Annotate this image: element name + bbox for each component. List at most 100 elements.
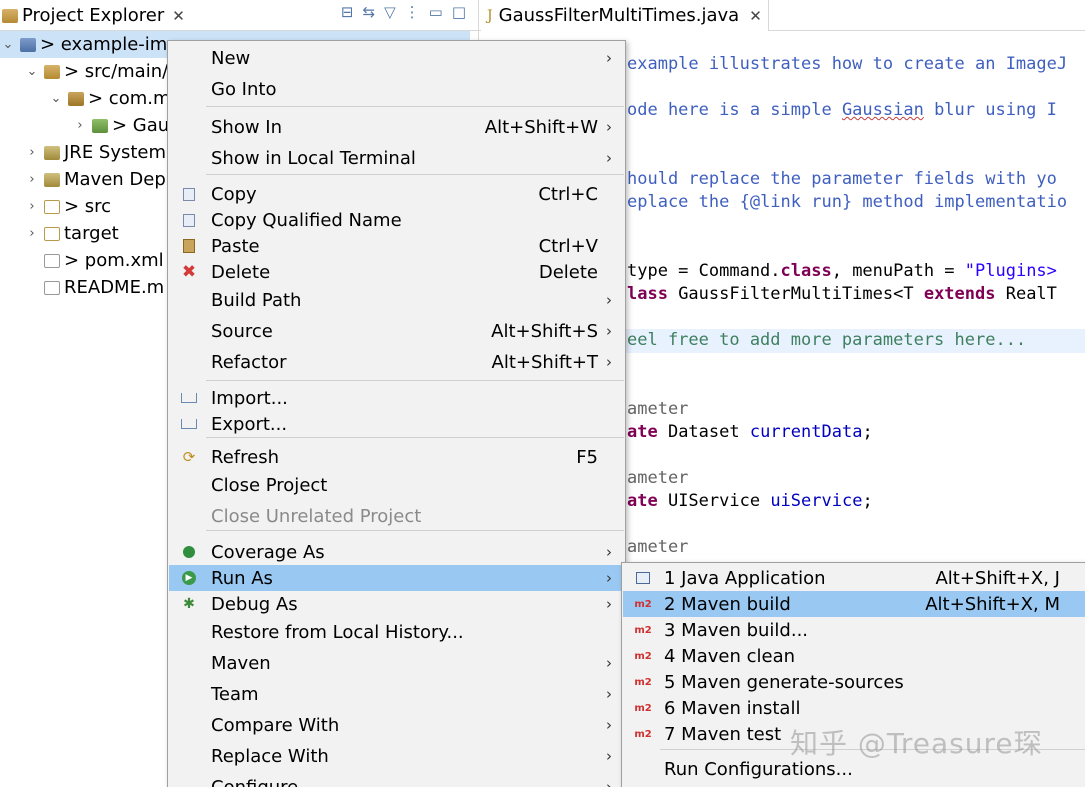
menu-item-6-maven-install[interactable]: m2 6 Maven install (623, 695, 1085, 721)
menu-item-label: 6 Maven install (664, 697, 801, 719)
menu-item-copy-qualified-name[interactable]: Copy Qualified Name (169, 207, 624, 233)
menu-item-compare-with[interactable]: Compare With › (169, 712, 624, 738)
code-line[interactable]: lass GaussFilterMultiTimes<T extends Rea… (627, 284, 1057, 304)
package-icon (68, 91, 84, 106)
expand-chevron-icon[interactable]: ⌄ (48, 91, 64, 106)
tree-item[interactable]: README.m (24, 274, 164, 301)
code-line[interactable]: eplace the {@link run} method implementa… (627, 192, 1067, 212)
tree-item[interactable]: › > Gau (72, 112, 169, 139)
code-line[interactable]: eel free to add more parameters here... (627, 330, 1026, 350)
submenu-arrow-icon: › (606, 747, 612, 765)
menu-item-label: 1 Java Application (664, 567, 826, 589)
code-line[interactable]: ameter (627, 399, 688, 419)
menu-item-3-maven-build[interactable]: m2 3 Maven build... (623, 617, 1085, 643)
refresh-icon: ⟳ (182, 448, 196, 466)
menu-item-run-as[interactable]: ▶ Run As › (169, 565, 624, 591)
close-icon[interactable]: ✕ (749, 7, 762, 25)
folder-icon (44, 199, 60, 214)
close-icon[interactable]: ✕ (172, 7, 185, 25)
tree-item[interactable]: ⌄ > com.m (48, 85, 171, 112)
coverage-icon (181, 544, 197, 560)
code-line[interactable]: ode here is a simple Gaussian blur using… (627, 100, 1057, 120)
maven-icon: m2 (634, 702, 652, 714)
code-line[interactable]: ate UIService uiService; (627, 491, 873, 511)
code-line[interactable]: ameter (627, 537, 688, 557)
collapse-chevron-icon[interactable]: › (72, 118, 88, 133)
menu-item-configure[interactable]: Configure › (169, 774, 624, 787)
filter-icon[interactable]: ▽ (384, 3, 396, 21)
menu-item-coverage-as[interactable]: Coverage As › (169, 539, 624, 565)
tree-item[interactable]: > pom.xml (24, 247, 164, 274)
project-explorer-icon (2, 8, 18, 23)
menu-item-2-maven-build[interactable]: m2 2 Maven build Alt+Shift+X, M (623, 591, 1085, 617)
tab-gauss-filter[interactable]: J GaussFilterMultiTimes.java ✕ (481, 0, 769, 31)
menu-item-label: Refresh (211, 446, 279, 468)
menu-item-build-path[interactable]: Build Path › (169, 287, 624, 313)
menu-item-1-java-application[interactable]: 1 Java Application Alt+Shift+X, J (623, 565, 1085, 591)
menu-item-refactor[interactable]: Refactor Alt+Shift+T › (169, 349, 624, 375)
collapse-all-icon[interactable]: ⊟ (341, 3, 354, 21)
menu-item-delete[interactable]: ✖ Delete Delete (169, 259, 624, 285)
menu-item-team[interactable]: Team › (169, 681, 624, 707)
menu-item-shortcut: Alt+Shift+S (491, 320, 598, 342)
menu-item-go-into[interactable]: Go Into (169, 76, 624, 102)
delete-icon: ✖ (181, 262, 197, 282)
menu-item-label: 4 Maven clean (664, 645, 796, 667)
menu-item-restore-from-local-history[interactable]: Restore from Local History... (169, 619, 624, 645)
link-with-editor-icon[interactable]: ⇆ (363, 3, 376, 21)
collapse-chevron-icon[interactable]: › (24, 145, 40, 160)
menu-item-export[interactable]: Export... (169, 411, 624, 437)
expand-chevron-icon[interactable]: ⌄ (24, 64, 40, 79)
submenu-arrow-icon: › (606, 291, 612, 309)
tree-item[interactable]: ⌄ > src/main/ (24, 58, 169, 85)
code-line[interactable]: example illustrates how to create an Ima… (627, 54, 1067, 74)
collapse-chevron-icon[interactable]: › (24, 172, 40, 187)
import-icon (181, 390, 197, 406)
expand-chevron-icon[interactable]: ⌄ (0, 37, 16, 52)
collapse-chevron-icon[interactable]: › (24, 199, 40, 214)
submenu-arrow-icon: › (606, 778, 612, 787)
menu-item-source[interactable]: Source Alt+Shift+S › (169, 318, 624, 344)
view-menu-icon[interactable]: ⋮ (405, 3, 420, 21)
menu-item-debug-as[interactable]: ✱ Debug As › (169, 591, 624, 617)
code-line[interactable]: ameter (627, 468, 688, 488)
explorer-toolbar: ⊟ ⇆ ▽ ⋮ ▭ □ (341, 3, 466, 21)
tree-item[interactable]: › > src (24, 193, 111, 220)
menu-item-label: Delete (211, 261, 271, 283)
tree-item[interactable]: › JRE System (24, 139, 166, 166)
code-line[interactable]: type = Command.class, menuPath = "Plugin… (627, 261, 1057, 281)
menu-item-label: 3 Maven build... (664, 619, 809, 641)
menu-item-replace-with[interactable]: Replace With › (169, 743, 624, 769)
menu-item-label: Configure (211, 776, 299, 787)
code-line[interactable]: ate Dataset currentData; (627, 422, 873, 442)
submenu-arrow-icon: › (606, 569, 612, 587)
menu-item-show-in[interactable]: Show In Alt+Shift+W › (169, 114, 624, 140)
menu-item-4-maven-clean[interactable]: m2 4 Maven clean (623, 643, 1085, 669)
menu-item-label: Import... (211, 387, 288, 409)
menu-item-paste[interactable]: Paste Ctrl+V (169, 233, 624, 259)
paste-icon (181, 238, 197, 254)
minimize-icon[interactable]: ▭ (429, 3, 443, 21)
menu-item-5-maven-generate-sources[interactable]: m2 5 Maven generate-sources (623, 669, 1085, 695)
menu-item-close-project[interactable]: Close Project (169, 472, 624, 498)
tab-project-explorer[interactable]: Project Explorer ✕ (0, 0, 193, 31)
submenu-arrow-icon: › (606, 49, 612, 67)
menu-item-label: Export... (211, 413, 288, 435)
menu-item-copy[interactable]: Copy Ctrl+C (169, 181, 624, 207)
menu-item-label: Replace With (211, 745, 329, 767)
tree-item[interactable]: › target (24, 220, 118, 247)
file-icon (44, 280, 60, 295)
tree-item-label: JRE System (64, 142, 167, 163)
menu-item-import[interactable]: Import... (169, 385, 624, 411)
collapse-chevron-icon[interactable]: › (24, 226, 40, 241)
menu-item-refresh[interactable]: ⟳ Refresh F5 (169, 444, 624, 470)
tree-item-label: > Gau (112, 115, 170, 136)
tree-item[interactable]: › Maven Dep (24, 166, 165, 193)
menu-item-maven[interactable]: Maven › (169, 650, 624, 676)
menu-item-show-in-local-terminal[interactable]: Show in Local Terminal › (169, 145, 624, 171)
maximize-icon[interactable]: □ (452, 3, 466, 21)
submenu-arrow-icon: › (606, 118, 612, 136)
code-line[interactable]: hould replace the parameter fields with … (627, 169, 1057, 189)
maven-icon: m2 (634, 728, 652, 740)
menu-item-new[interactable]: New › (169, 45, 624, 71)
